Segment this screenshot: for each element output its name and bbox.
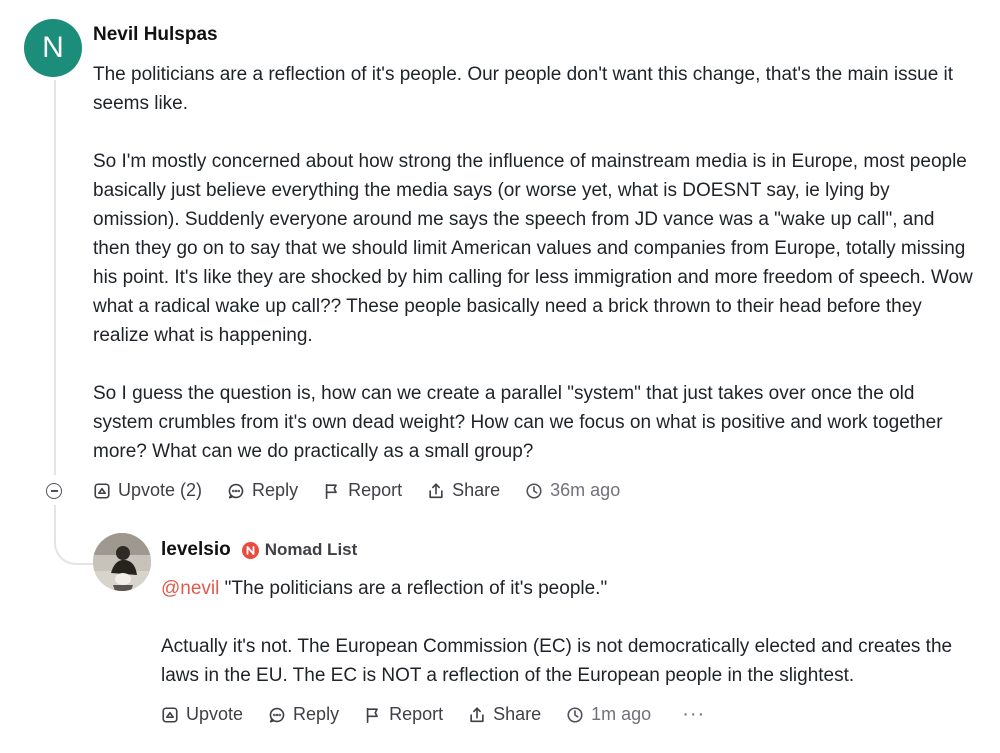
comment-paragraph: The politicians are a reflection of it's… — [93, 64, 954, 114]
share-button[interactable]: Share — [427, 480, 500, 501]
timestamp: 1m ago — [566, 704, 651, 725]
share-icon — [470, 706, 484, 722]
reply-author[interactable]: levelsio — [161, 539, 231, 561]
upvote-icon — [162, 706, 178, 723]
timestamp: 36m ago — [525, 480, 620, 501]
report-button[interactable]: Report — [364, 704, 443, 725]
thread-line — [54, 80, 56, 475]
more-icon[interactable]: ··· — [682, 703, 705, 726]
badge-label[interactable]: Nomad List — [265, 540, 358, 560]
report-label: Report — [348, 480, 403, 500]
reply-body: @nevil "The politicians are a reflection… — [161, 574, 971, 690]
reply-paragraph: Actually it's not. The European Commissi… — [161, 636, 953, 686]
reply-label: Reply — [252, 480, 299, 500]
reply-actions: Upvote Reply Report Share 1m ago ··· — [161, 703, 705, 726]
comment-actions: Upvote (2) Reply Report Share 36m ago — [93, 480, 645, 501]
comment-body: The politicians are a reflection of it's… — [93, 60, 973, 466]
report-flag-icon — [366, 707, 378, 723]
nomad-list-badge-icon — [241, 541, 259, 559]
report-flag-icon — [325, 483, 337, 499]
avatar-initial: N — [42, 31, 64, 64]
reply-button[interactable]: Reply — [268, 704, 339, 725]
reply-header: levelsio Nomad List — [161, 539, 357, 561]
report-button[interactable]: Report — [323, 480, 402, 501]
share-button[interactable]: Share — [468, 704, 541, 725]
timestamp-label: 1m ago — [591, 704, 652, 724]
timestamp-label: 36m ago — [550, 480, 621, 500]
upvote-button[interactable]: Upvote (2) — [93, 480, 202, 501]
reply-icon — [228, 483, 244, 499]
comment-author[interactable]: Nevil Hulspas — [93, 24, 218, 46]
upvote-icon — [94, 482, 110, 499]
share-label: Share — [493, 704, 542, 724]
reply-button[interactable]: Reply — [227, 480, 298, 501]
comment-paragraph: So I guess the question is, how can we c… — [93, 383, 943, 462]
reply-quote-line: @nevil "The politicians are a reflection… — [161, 574, 971, 603]
mention-link[interactable]: @nevil — [161, 578, 219, 599]
share-label: Share — [452, 480, 501, 500]
upvote-label: Upvote — [186, 704, 244, 724]
comment-paragraph: So I'm mostly concerned about how strong… — [93, 151, 973, 346]
avatar[interactable]: N — [24, 19, 82, 77]
reply-icon — [269, 707, 285, 723]
avatar-photo-image — [93, 533, 151, 591]
reply-quote: "The politicians are a reflection of it'… — [219, 578, 608, 599]
collapse-icon[interactable] — [46, 483, 62, 499]
upvote-label: Upvote (2) — [118, 480, 203, 500]
reply-connector — [54, 505, 98, 565]
upvote-button[interactable]: Upvote — [161, 704, 243, 725]
reply-label: Reply — [293, 704, 340, 724]
clock-icon — [526, 482, 542, 499]
avatar[interactable] — [93, 533, 151, 591]
clock-icon — [567, 706, 583, 723]
report-label: Report — [389, 704, 444, 724]
share-icon — [429, 482, 443, 498]
